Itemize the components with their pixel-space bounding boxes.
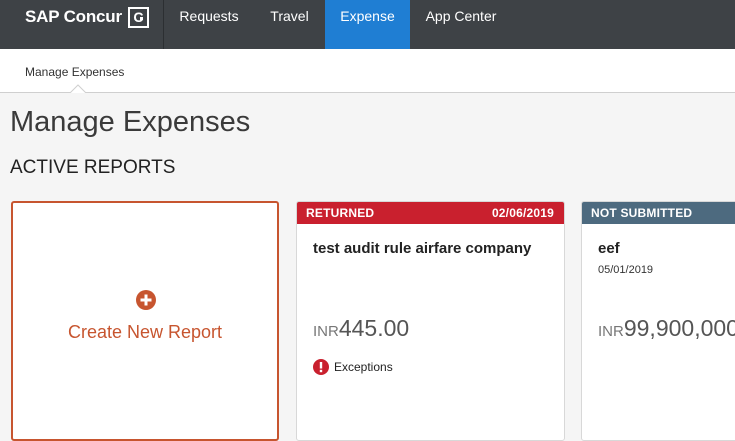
exceptions-indicator[interactable]: Exceptions [313,359,393,375]
active-reports-heading: ACTIVE REPORTS [10,157,176,178]
create-new-report-card[interactable]: Create New Report [11,201,279,441]
nav-item-requests[interactable]: Requests [164,0,254,49]
report-amount: INR99,900,000.00 [598,315,735,342]
report-name: eef [598,240,620,257]
report-name: test audit rule airfare company [313,240,532,257]
brand-name: SAP Concur [25,7,122,26]
status-banner: RETURNED 02/06/2019 [297,202,564,224]
create-new-report-label: Create New Report [67,322,223,342]
plus-circle-icon [136,290,156,310]
page-title: Manage Expenses [10,106,251,138]
report-amount: INR445.00 [313,315,409,342]
report-date: 02/06/2019 [491,206,554,220]
nav-item-travel[interactable]: Travel [254,0,325,49]
report-card[interactable]: RETURNED 02/06/2019 test audit rule airf… [296,201,565,441]
currency-code: INR [598,323,624,340]
active-tab-caret-icon [70,84,86,93]
amount-value: 445.00 [338,315,410,341]
sub-navigation: Manage Expenses [0,49,735,93]
status-label: NOT SUBMITTED [591,206,693,220]
nav-item-expense[interactable]: Expense [325,0,410,49]
currency-code: INR [313,323,339,340]
report-date: 05/01/2019 [598,264,654,276]
concur-logo-mark-icon: C [127,6,149,28]
report-card[interactable]: NOT SUBMITTED eef 05/01/2019 INR99,900,0… [581,201,735,441]
exceptions-label: Exceptions [334,360,393,374]
nav-item-app-center[interactable]: App Center [410,0,512,49]
subnav-item-manage-expenses[interactable]: Manage Expenses [25,65,124,79]
top-navigation: SAP Concur C Requests Travel Expense App… [0,0,735,49]
amount-value: 99,900,000.00 [623,315,735,341]
status-label: RETURNED [306,206,375,220]
status-banner: NOT SUBMITTED [582,202,735,224]
exclamation-alert-icon [313,359,329,375]
sap-concur-logo[interactable]: SAP Concur C [25,6,149,28]
